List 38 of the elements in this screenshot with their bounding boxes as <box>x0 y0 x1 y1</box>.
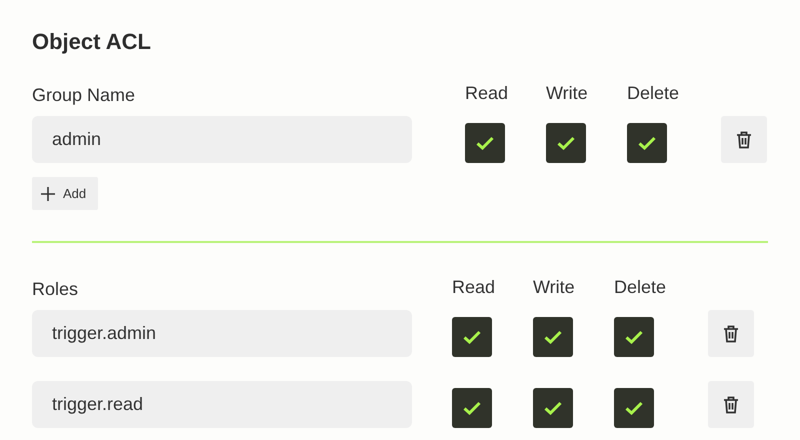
trash-icon <box>736 130 752 148</box>
checkbox[interactable] <box>533 316 573 356</box>
column-header: Read <box>452 277 496 297</box>
check-icon <box>638 136 656 150</box>
checkbox[interactable] <box>452 388 492 428</box>
column-header: Delete <box>627 83 680 103</box>
text-field[interactable]: admin <box>32 116 412 163</box>
add-button[interactable]: Add <box>32 177 98 210</box>
check-icon <box>625 330 643 344</box>
checkbox[interactable] <box>614 316 654 356</box>
delete-button[interactable] <box>708 381 754 428</box>
checkbox[interactable] <box>614 388 654 428</box>
check-icon <box>544 330 562 344</box>
column-header: Write <box>546 83 588 103</box>
check-icon <box>625 400 643 414</box>
column-header: Write <box>533 277 575 297</box>
check-icon <box>544 400 562 414</box>
column-header: Read <box>465 83 508 103</box>
text-field[interactable]: trigger.read <box>32 381 412 428</box>
trash-icon <box>723 324 739 342</box>
checkbox[interactable] <box>533 388 573 428</box>
check-icon <box>463 330 481 344</box>
trash-icon <box>723 396 739 414</box>
check-icon <box>476 136 494 150</box>
checkbox[interactable] <box>465 122 505 162</box>
plus-icon <box>41 186 55 200</box>
delete-button[interactable] <box>721 116 767 163</box>
column-label: Group Name <box>32 84 136 106</box>
column-header: Delete <box>614 277 666 297</box>
column-label: Roles <box>32 278 80 300</box>
checkbox[interactable] <box>627 122 667 162</box>
text-field[interactable]: trigger.admin <box>32 310 412 357</box>
delete-button[interactable] <box>708 310 754 357</box>
checkbox[interactable] <box>546 122 586 162</box>
section-title: Object ACL <box>32 28 152 56</box>
check-icon <box>557 136 575 150</box>
check-icon <box>463 400 481 414</box>
checkbox[interactable] <box>452 316 492 356</box>
